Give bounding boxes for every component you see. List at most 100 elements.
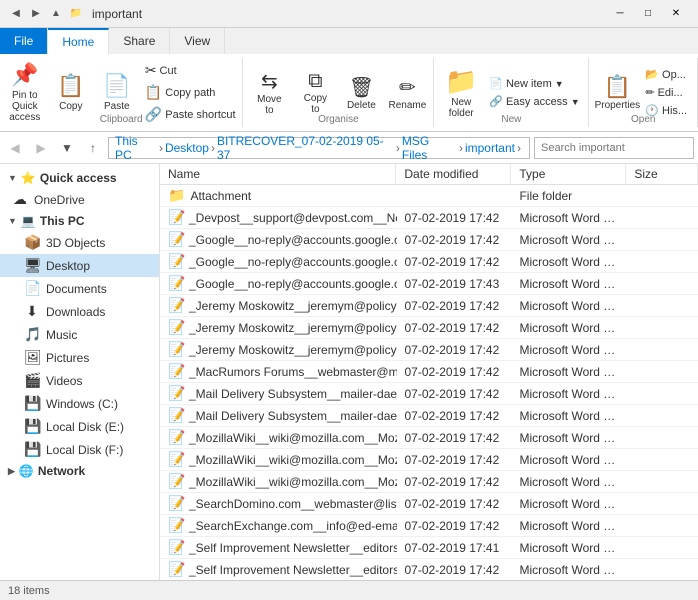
sidebar-item-windows-c[interactable]: 💾 Windows (C:) [0,392,159,415]
table-row[interactable]: 📝 _Jeremy Moskowitz__jeremym@policyp... … [160,317,698,339]
rename-button[interactable]: ✏ Rename [385,66,429,120]
sidebar-item-desktop[interactable]: 🖥 Desktop [0,254,159,277]
file-size [626,282,698,286]
tab-view[interactable]: View [170,28,225,54]
table-row[interactable]: 📝 _Jeremy Moskowitz__jeremym@policyp... … [160,339,698,361]
new-small-buttons: 📄 New item ▼ 🔗 Easy access ▼ [485,75,583,110]
file-type: Microsoft Word 9... [511,539,626,557]
crumb-1[interactable]: Desktop [165,141,209,155]
col-header-type[interactable]: Type [511,164,626,184]
file-type: Microsoft Word 9... [511,495,626,513]
rename-icon: ✏ [399,75,416,100]
table-row[interactable]: 📝 _Google__no-reply@accounts.google.co..… [160,229,698,251]
sidebar-item-music[interactable]: 🎵 Music [0,323,159,346]
maximize-button[interactable]: □ [634,3,662,25]
tab-share[interactable]: Share [109,28,170,54]
file-name: 📝 _MozillaWiki__wiki@mozilla.com__Mozil.… [160,427,397,448]
file-size [626,304,698,308]
back-button[interactable]: ◀ [4,137,26,159]
file-type: Microsoft Word 9... [511,473,626,491]
sidebar-item-local-f[interactable]: 💾 Local Disk (F:) [0,438,159,461]
sidebar-item-label: Local Disk (F:) [46,443,123,457]
table-row[interactable]: 📝 _Jeremy Moskowitz__jeremym@policyp... … [160,295,698,317]
network-chevron: ▶ [8,466,15,477]
recent-button[interactable]: ▼ [56,137,78,159]
paste-button[interactable]: 📄 Paste [95,66,139,120]
clipboard-group: 📌 Pin to Quick access 📋 Copy 📄 Paste ✂ C… [0,58,243,127]
properties-button[interactable]: 📋 Properties [595,66,639,120]
sidebar-item-local-e[interactable]: 💾 Local Disk (E:) [0,415,159,438]
sidebar-section-this-pc[interactable]: ▼ 💻 This PC [0,211,159,231]
sidebar-section-network[interactable]: ▶ 🌐 Network [0,461,159,481]
tab-file[interactable]: File [0,28,48,54]
sidebar-item-label: Pictures [46,351,89,365]
cut-button[interactable]: ✂ Cut [141,60,240,81]
forward-button[interactable]: ▶ [30,137,52,159]
col-header-date[interactable]: Date modified [396,164,511,184]
pin-button[interactable]: 📌 Pin to Quick access [3,60,47,125]
table-row[interactable]: 📝 _Self Improvement Newsletter__editors.… [160,559,698,580]
file-date: 07-02-2019 17:42 [397,231,512,249]
col-header-name[interactable]: Name [160,164,396,184]
easy-access-button[interactable]: 🔗 Easy access ▼ [485,93,583,110]
sidebar-item-label: Network [38,464,85,478]
tab-home[interactable]: Home [48,28,109,54]
crumb-0[interactable]: This PC [115,134,157,162]
properties-icon: 📋 [604,74,631,100]
minimize-button[interactable]: ─ [606,3,634,25]
file-name: 📝 _Devpost__support@devpost.com__New... [160,207,397,228]
copy-to-button[interactable]: ⧉ Copy to [293,66,337,120]
sidebar-item-videos[interactable]: 🎬 Videos [0,369,159,392]
table-row[interactable]: 📝 _MozillaWiki__wiki@mozilla.com__Mozil.… [160,427,698,449]
file-type: Microsoft Word 9... [511,385,626,403]
delete-button[interactable]: 🗑 Delete [339,66,383,120]
table-row[interactable]: 📝 _Mail Delivery Subsystem__mailer-daem.… [160,383,698,405]
copy-path-button[interactable]: 📋 Copy path [141,82,240,103]
sidebar-section-quick-access[interactable]: ▼ ⭐ Quick access [0,168,159,188]
back-icon[interactable]: ◀ [8,6,24,22]
forward-icon[interactable]: ▶ [28,6,44,22]
crumb-2[interactable]: BITRECOVER_07-02-2019 05-37 [217,134,394,162]
crumb-3[interactable]: MSG Files [402,134,457,162]
file-icon: 📝 [168,473,184,490]
paste-shortcut-button[interactable]: 🔗 Paste shortcut [141,104,240,125]
sidebar-item-downloads[interactable]: ⬇ Downloads [0,300,159,323]
table-row[interactable]: 📝 _Google__no-reply@accounts.google.co..… [160,251,698,273]
table-row[interactable]: 📝 _Mail Delivery Subsystem__mailer-daem.… [160,405,698,427]
new-folder-button[interactable]: 📁 New folder [439,64,483,121]
table-row[interactable]: 📝 _MacRumors Forums__webmaster@mac... 07… [160,361,698,383]
sidebar-item-documents[interactable]: 📄 Documents [0,277,159,300]
table-row[interactable]: 📝 _MozillaWiki__wiki@mozilla.com__Mozil.… [160,449,698,471]
table-row[interactable]: 📝 _Google__no-reply@accounts.google.co..… [160,273,698,295]
move-to-button[interactable]: ⇆ Move to [247,66,291,120]
address-bar[interactable]: This PC › Desktop › BITRECOVER_07-02-201… [108,137,530,159]
copy-button[interactable]: 📋 Copy [49,66,93,120]
file-name: 📝 _MozillaWiki__wiki@mozilla.com__Mozil.… [160,471,397,492]
table-row[interactable]: 📝 _SearchExchange.com__info@ed-email.t..… [160,515,698,537]
close-button[interactable]: ✕ [662,3,690,25]
edit-button[interactable]: ✏ Edi... [641,84,691,101]
sidebar-item-onedrive[interactable]: ☁ OneDrive [0,188,159,211]
col-header-size[interactable]: Size [626,164,698,184]
search-input[interactable] [534,137,694,159]
table-row[interactable]: 📝 _Self Improvement Newsletter__editors.… [160,537,698,559]
new-item-button[interactable]: 📄 New item ▼ [485,75,583,92]
up-icon[interactable]: ▲ [48,6,64,22]
open-icon: 📂 [645,68,659,81]
file-name: 📝 _Mail Delivery Subsystem__mailer-daem.… [160,383,397,404]
table-row[interactable]: 📁 Attachment File folder [160,185,698,207]
file-icon: 📝 [168,253,184,270]
open-button[interactable]: 📂 Op... [641,66,691,83]
table-row[interactable]: 📝 _MozillaWiki__wiki@mozilla.com__Mozil.… [160,471,698,493]
file-size [626,238,698,242]
file-date: 07-02-2019 17:42 [397,407,512,425]
file-date: 07-02-2019 17:42 [397,297,512,315]
file-icon: 📝 [168,539,184,556]
table-row[interactable]: 📝 _Devpost__support@devpost.com__New... … [160,207,698,229]
sidebar-item-3d-objects[interactable]: 📦 3D Objects [0,231,159,254]
crumb-4[interactable]: important [465,141,515,155]
up-dir-button[interactable]: ↑ [82,137,104,159]
table-row[interactable]: 📝 _SearchDomino.com__webmaster@lists....… [160,493,698,515]
sidebar-item-pictures[interactable]: 🖼 Pictures [0,346,159,369]
quick-access-icon[interactable]: 📁 [68,6,84,22]
